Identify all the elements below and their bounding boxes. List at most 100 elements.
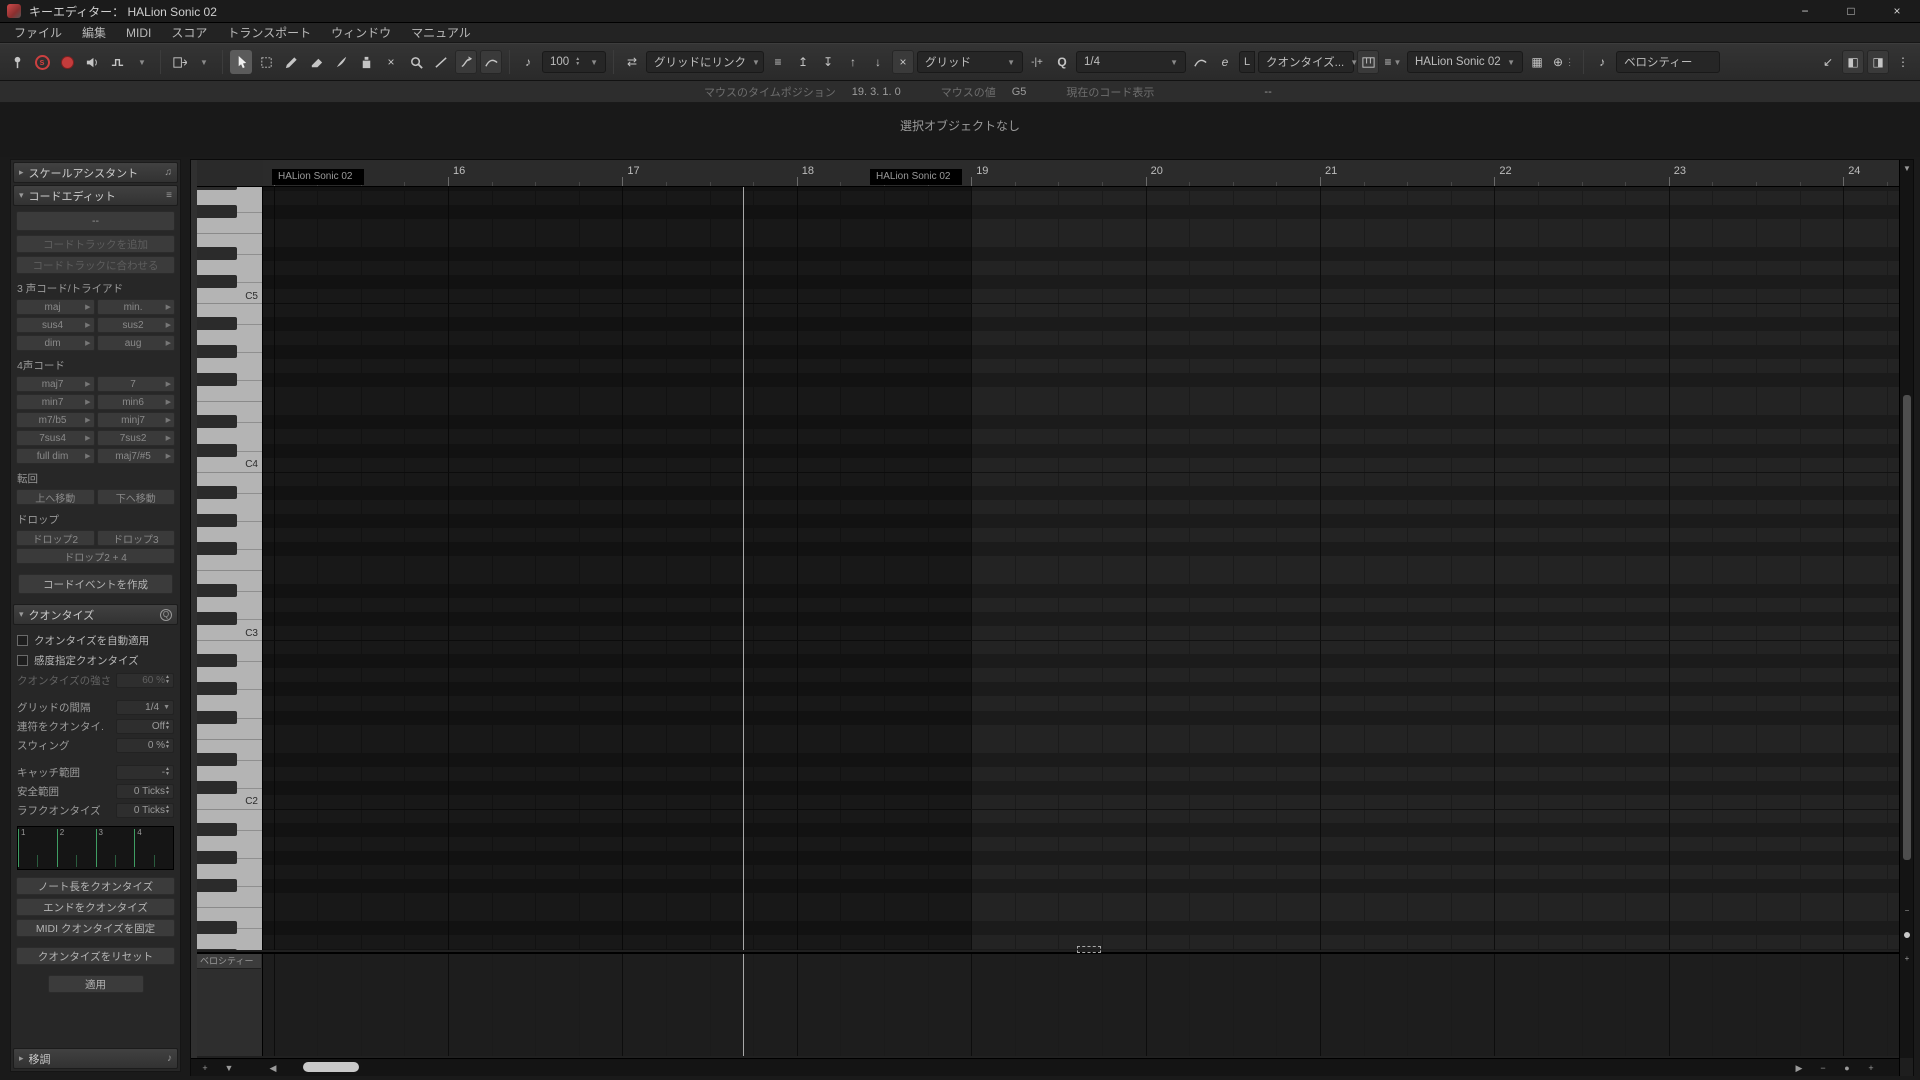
drop2-button[interactable]: ドロップ2	[16, 530, 95, 546]
piano-key-black[interactable]	[197, 654, 237, 668]
quantize-icon-button[interactable]: Q	[1051, 50, 1073, 74]
length-quantize-select[interactable]: クオンタイズ... ▼	[1258, 51, 1358, 73]
drop3-button[interactable]: ドロップ3	[96, 530, 175, 546]
h-zoom-preset-button[interactable]: +	[197, 1060, 213, 1076]
chord-fulldim-button[interactable]: full dim ▶	[16, 448, 95, 464]
ruler-options-button[interactable]: ▼	[1900, 160, 1914, 176]
draw-tool[interactable]	[280, 50, 302, 74]
mute-tool[interactable]: ×	[380, 50, 402, 74]
piano-key-black[interactable]	[197, 443, 237, 457]
time-warp-tool[interactable]	[455, 50, 477, 74]
split-plusminus-button[interactable]: -|+	[1026, 50, 1048, 74]
event-colors-select[interactable]: ベロシティー	[1616, 51, 1721, 73]
section-quantize[interactable]: ▾ クオンタイズ Q	[13, 604, 178, 625]
piano-key-black[interactable]	[197, 274, 237, 288]
piano-key-black[interactable]	[197, 851, 237, 865]
event-list-button[interactable]: ≡	[767, 50, 789, 74]
nudge-start-left-button[interactable]: ↥	[792, 50, 814, 74]
reset-quantize-button[interactable]: クオンタイズをリセット	[16, 947, 175, 965]
piano-key-black[interactable]	[197, 187, 237, 190]
menu-manual[interactable]: マニュアル	[401, 23, 481, 42]
stepper-icon[interactable]: ▲ ▼	[165, 740, 170, 750]
record-in-editor-button[interactable]	[56, 50, 78, 74]
follow-chord-track-button[interactable]: コードトラックに合わせる	[16, 256, 175, 274]
piano-key-black[interactable]	[197, 317, 237, 331]
chord-maj-button[interactable]: maj ▶	[16, 299, 95, 315]
note-grid[interactable]	[263, 187, 1899, 950]
step-input-button[interactable]	[106, 50, 128, 74]
piano-key-black[interactable]	[197, 584, 237, 598]
piano-key-black[interactable]	[197, 752, 237, 766]
velocity-lane[interactable]	[263, 952, 1899, 1056]
grid-overlay-button[interactable]: ▦	[1526, 50, 1548, 74]
menu-window[interactable]: ウィンドウ	[321, 23, 401, 42]
quantize-preset-select[interactable]: 1/4 ▼	[1076, 51, 1186, 73]
line-tool[interactable]	[430, 50, 452, 74]
object-selection-tool[interactable]	[230, 50, 252, 74]
piano-key-black[interactable]	[197, 485, 237, 499]
section-transpose[interactable]: ▸ 移調 ♪	[13, 1048, 178, 1069]
piano-key-black[interactable]	[197, 879, 237, 893]
grid-spacing-select[interactable]: 1/4 ▼	[116, 699, 174, 715]
minimize-button[interactable]: −	[1782, 0, 1828, 22]
scroll-left-button[interactable]: ◀	[265, 1060, 281, 1076]
erase-tool[interactable]	[305, 50, 327, 74]
solo-editor-button[interactable]: s	[31, 50, 53, 74]
chord-maj7-button[interactable]: maj7 ▶	[16, 376, 95, 392]
add-chord-track-button[interactable]: コードトラックを追加	[16, 235, 175, 253]
snap-toggle-button[interactable]: ×	[892, 50, 914, 74]
create-chord-event-button[interactable]: コードイベントを作成	[18, 574, 173, 594]
stepper-icon[interactable]: ▲ ▼	[165, 721, 170, 731]
catch-range-field[interactable]: - ▲ ▼	[116, 764, 174, 780]
drop24-button[interactable]: ドロップ2 + 4	[16, 548, 175, 564]
stepper-icon[interactable]: ▲ ▼	[575, 57, 580, 67]
velocity-lane-label[interactable]: ベロシティー	[197, 954, 261, 969]
swing-field[interactable]: 0 % ▲ ▼	[116, 737, 174, 753]
chord-aug-button[interactable]: aug ▶	[96, 335, 175, 351]
section-scale-assistant[interactable]: ▸ スケールアシスタント ♫	[13, 162, 178, 183]
v-scroll-thumb[interactable]	[1903, 395, 1911, 860]
menu-transport[interactable]: トランスポート	[217, 23, 321, 42]
chord-sus4-button[interactable]: sus4 ▶	[16, 317, 95, 333]
move-down-button[interactable]: 下へ移動	[96, 489, 175, 505]
chord-minmaj7-button[interactable]: minj7 ▶	[96, 412, 175, 428]
apply-quantize-button[interactable]: 適用	[47, 975, 144, 993]
timeline-ruler[interactable]: HALion Sonic 02 HALion Sonic 02 16 17 18 19…	[263, 160, 1899, 187]
split-tool[interactable]	[330, 50, 352, 74]
menu-score[interactable]: スコア	[161, 23, 217, 42]
stepper-icon[interactable]: ▲ ▼	[165, 675, 170, 685]
part-chip[interactable]: HALion Sonic 02	[870, 169, 962, 185]
piano-key-black[interactable]	[197, 373, 237, 387]
piano-keyboard[interactable]: C5 C4 C3 C2	[197, 187, 263, 950]
h-scroll-thumb[interactable]	[303, 1062, 359, 1072]
independent-track-loop-button[interactable]: ⊕ ⋮	[1551, 50, 1576, 74]
quantize-ends-button[interactable]: エンドをクオンタイズ	[16, 898, 175, 916]
close-button[interactable]: ×	[1874, 0, 1920, 22]
range-selection-tool[interactable]	[255, 50, 277, 74]
insert-velocity-field[interactable]: 100 ▲ ▼ ▼	[542, 51, 606, 73]
right-zone-toggle[interactable]: ◨	[1867, 50, 1889, 74]
strength-field[interactable]: 60 % ▲ ▼	[116, 672, 174, 688]
acoustic-feedback-button[interactable]	[81, 50, 103, 74]
zoom-tool[interactable]	[405, 50, 427, 74]
piano-key-black[interactable]	[197, 921, 237, 935]
auto-scroll-button[interactable]	[168, 50, 190, 74]
move-up-button[interactable]: ↑	[842, 50, 864, 74]
v-zoom-in-button[interactable]: +	[1900, 950, 1914, 966]
link-grid-icon-button[interactable]: ⇄	[621, 50, 643, 74]
part-chip[interactable]: HALion Sonic 02	[272, 169, 364, 185]
chord-min-button[interactable]: min. ▶	[96, 299, 175, 315]
event-colors-icon-button[interactable]: ♪	[1591, 50, 1613, 74]
toolbar-setup-button[interactable]: ⋮	[1892, 50, 1914, 74]
vertical-scrollbar[interactable]: ▼ − +	[1899, 160, 1913, 1075]
curve-tool[interactable]	[480, 50, 502, 74]
piano-key-black[interactable]	[197, 345, 237, 359]
step-input-options-button[interactable]: ▼	[131, 50, 153, 74]
stepper-icon[interactable]: ▲ ▼	[165, 767, 170, 777]
piano-key-black[interactable]	[197, 204, 237, 218]
piano-key-black[interactable]	[197, 513, 237, 527]
piano-key-black[interactable]	[197, 612, 237, 626]
stepper-icon[interactable]: ▲ ▼	[165, 786, 170, 796]
chord-7-button[interactable]: 7 ▶	[96, 376, 175, 392]
auto-scroll-options-button[interactable]: ▼	[193, 50, 215, 74]
